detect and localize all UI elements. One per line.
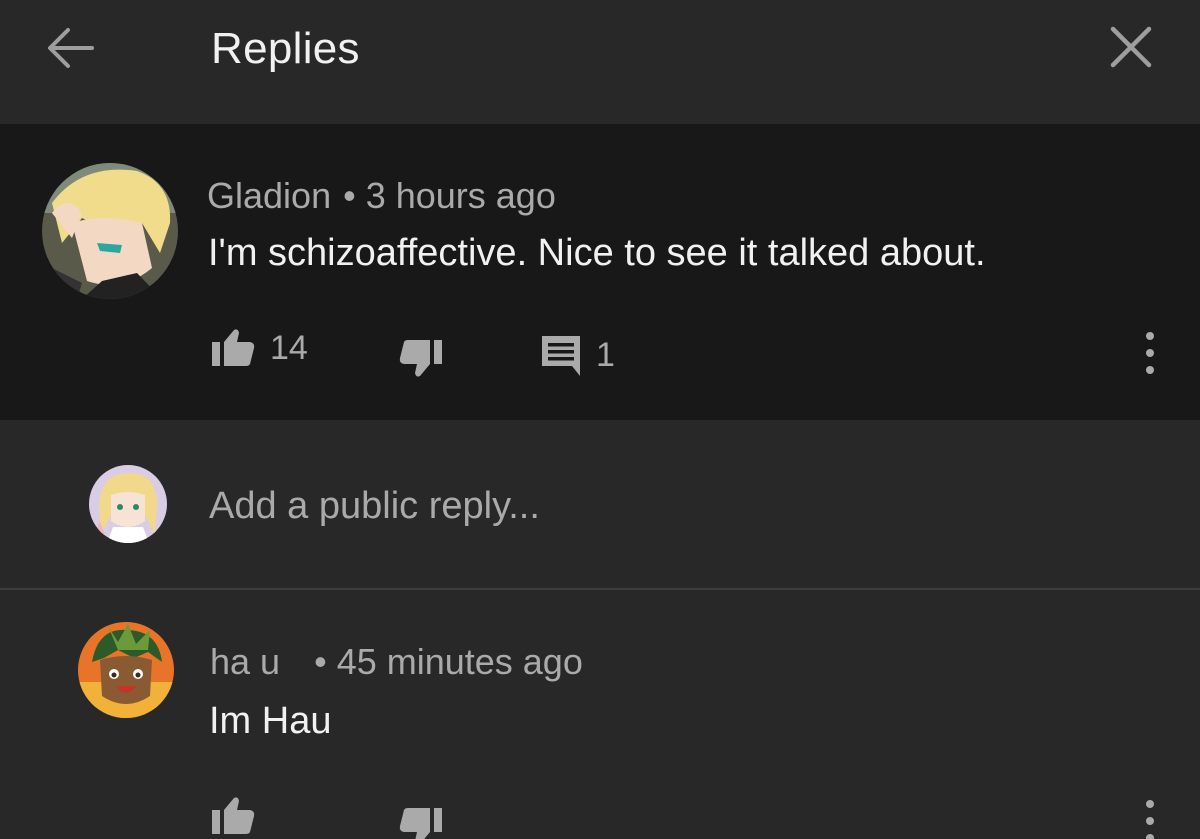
avatar[interactable] xyxy=(42,163,178,299)
replies-panel: Replies Gladion • 3 hours ago I'm schizoaf xyxy=(0,0,1200,839)
like-button[interactable] xyxy=(210,796,256,836)
close-icon xyxy=(1110,26,1152,68)
thumbs-up-icon xyxy=(212,797,255,834)
thumbs-down-icon xyxy=(399,808,442,839)
thumbs-down-icon xyxy=(399,340,442,377)
more-vertical-icon xyxy=(1146,332,1154,374)
comment-menu-button[interactable] xyxy=(1140,330,1160,376)
comment-menu-button[interactable] xyxy=(1140,798,1160,839)
replies-header: Replies xyxy=(0,0,1200,124)
dislike-button[interactable] xyxy=(398,338,444,378)
dislike-button[interactable] xyxy=(398,806,444,839)
close-button[interactable] xyxy=(1108,24,1154,70)
comment-icon xyxy=(542,336,580,376)
reply-author[interactable]: ha u xyxy=(210,641,280,682)
reply-text: Im Hau xyxy=(209,700,332,742)
like-button[interactable]: 14 xyxy=(210,328,308,368)
page-title: Replies xyxy=(211,24,360,73)
reply-time: 45 minutes ago xyxy=(336,641,583,682)
comment-author[interactable]: Gladion xyxy=(207,175,331,216)
parent-comment: Gladion • 3 hours ago I'm schizoaffective.… xyxy=(0,124,1200,420)
avatar[interactable] xyxy=(78,622,174,718)
thumbs-up-icon xyxy=(212,329,255,366)
more-vertical-icon xyxy=(1146,800,1154,839)
arrow-left-icon xyxy=(48,28,94,68)
meta-separator: • xyxy=(314,641,327,682)
like-count: 14 xyxy=(270,328,308,367)
back-button[interactable] xyxy=(44,25,96,71)
reply-composer: Add a public reply... xyxy=(0,420,1200,588)
comment-text: I'm schizoaffective. Nice to see it talk… xyxy=(208,232,986,274)
reply-count-button[interactable]: 1 xyxy=(540,334,615,376)
comment-time: 3 hours ago xyxy=(365,175,556,216)
reply-input[interactable]: Add a public reply... xyxy=(209,478,1109,534)
divider xyxy=(0,588,1200,590)
meta-separator: • xyxy=(343,175,356,216)
reply-meta: ha u • 45 minutes ago xyxy=(210,641,583,683)
reply-count: 1 xyxy=(596,335,615,374)
comment-meta: Gladion • 3 hours ago xyxy=(207,175,556,217)
user-avatar xyxy=(89,465,167,543)
